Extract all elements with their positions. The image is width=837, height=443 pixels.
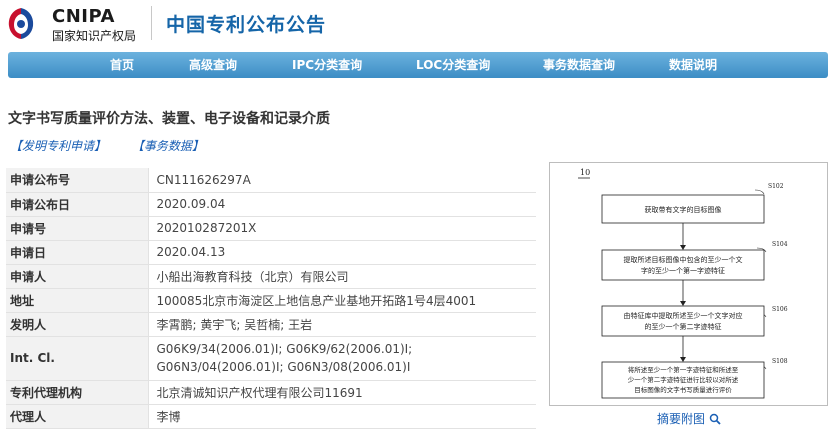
magnifier-icon <box>709 413 721 425</box>
step-text: 获取带有文字的目标图像 <box>645 205 722 214</box>
field-label: Int. Cl. <box>6 336 148 381</box>
field-label: 申请公布号 <box>6 168 148 193</box>
flow-step: S102 获取带有文字的目标图像 <box>601 183 784 224</box>
field-value: 2020.04.13 <box>147 240 536 265</box>
transaction-data-link[interactable]: 【事务数据】 <box>132 139 204 153</box>
table-row: 申请公布日 2020.09.04 <box>6 192 536 217</box>
step-text: 将所述至少一个第一字迹特征和所述至 <box>628 365 739 374</box>
field-value: 202010287201X <box>147 216 536 241</box>
step-box <box>601 249 765 281</box>
nav-loc-search[interactable]: LOC分类查询 <box>416 52 490 78</box>
logo-text-cn: 国家知识产权局 <box>52 29 137 43</box>
step-id: S104 <box>772 241 788 248</box>
field-label: 专利代理机构 <box>6 380 148 405</box>
table-row: 专利代理机构 北京清诚知识产权代理有限公司11691 <box>6 380 536 405</box>
field-value: 2020.09.04 <box>147 192 536 217</box>
step-text: 目标图像的文字书写质量进行评价 <box>634 385 732 394</box>
field-label: 地址 <box>6 288 148 313</box>
field-label: 申请日 <box>6 240 148 265</box>
figure-number: 10 <box>578 168 590 179</box>
flow-step: S104 提取所述目标图像中包含的至少一个文 字的至少一个第一字迹特征 <box>601 241 788 281</box>
step-box <box>601 305 765 337</box>
table-row: 发明人 李霄鹏; 黄宇飞; 吴哲楠; 王岩 <box>6 312 536 337</box>
step-id: S102 <box>768 183 784 190</box>
nav-advanced-search[interactable]: 高级查询 <box>189 52 237 78</box>
table-row: 申请号 202010287201X <box>6 216 536 241</box>
nav-ipc-search[interactable]: IPC分类查询 <box>292 52 362 78</box>
step-id: S106 <box>772 306 788 313</box>
logo-text-en: CNIPA <box>52 6 115 27</box>
field-value: 小船出海教育科技（北京）有限公司 <box>147 264 536 289</box>
field-label: 发明人 <box>6 312 148 337</box>
field-value: 北京清诚知识产权代理有限公司11691 <box>147 380 536 405</box>
patent-type-links: 【发明专利申请】 【事务数据】 <box>10 137 226 154</box>
table-row: 地址 100085北京市海淀区上地信息产业基地开拓路1号4层4001 <box>6 288 536 313</box>
flowchart-diagram: 10 S102 获取带有文字的目标图像 S104 提取所述目标图像中包含的至少一… <box>578 168 788 399</box>
patent-info-table: 申请公布号 CN111626297A 申请公布日 2020.09.04 申请号 … <box>6 168 536 429</box>
step-text: 字的至少一个第一字迹特征 <box>641 266 725 275</box>
main-navbar: 首页 高级查询 IPC分类查询 LOC分类查询 事务数据查询 数据说明 <box>8 52 828 78</box>
header-divider <box>151 6 152 40</box>
table-row: 申请人 小船出海教育科技（北京）有限公司 <box>6 264 536 289</box>
site-title: 中国专利公布公告 <box>166 14 327 36</box>
patent-title: 文字书写质量评价方法、装置、电子设备和记录介质 <box>8 111 330 127</box>
step-text: 提取所述目标图像中包含的至少一个文 <box>624 255 743 264</box>
step-id: S108 <box>772 358 788 365</box>
nav-home[interactable]: 首页 <box>110 52 134 78</box>
table-row: 代理人 李博 <box>6 404 536 429</box>
nav-transaction-search[interactable]: 事务数据查询 <box>543 52 615 78</box>
field-label: 申请人 <box>6 264 148 289</box>
field-label: 代理人 <box>6 404 148 429</box>
site-header: CNIPA 国家知识产权局 中国专利公布公告 <box>0 0 837 48</box>
invention-application-link[interactable]: 【发明专利申请】 <box>10 139 106 153</box>
step-leader-line <box>754 189 765 195</box>
cnipa-emblem-icon <box>8 8 34 39</box>
table-row: 申请公布号 CN111626297A <box>6 168 536 193</box>
arrow-head <box>680 301 686 306</box>
table-row: Int. Cl. G06K9/34(2006.01)I; G06K9/62(20… <box>6 336 536 381</box>
field-value: CN111626297A <box>147 168 536 193</box>
step-text: 由特征库中提取所述至少一个文字对应 <box>624 311 743 320</box>
field-label: 申请公布日 <box>6 192 148 217</box>
field-label: 申请号 <box>6 216 148 241</box>
step-text: 的至少一个第二字迹特征 <box>645 322 722 331</box>
abstract-figure[interactable]: 10 S102 获取带有文字的目标图像 S104 提取所述目标图像中包含的至少一… <box>549 162 828 406</box>
figure-label: 10 <box>580 168 590 177</box>
flow-step: S108 将所述至少一个第一字迹特征和所述至 少一个第二字迹特征进行比较以对所述… <box>601 358 788 399</box>
arrow-head <box>680 357 686 362</box>
field-value: 李博 <box>147 404 536 429</box>
step-text: 少一个第二字迹特征进行比较以对所述 <box>628 375 739 384</box>
arrow-head <box>680 245 686 250</box>
field-value: 李霄鹏; 黄宇飞; 吴哲楠; 王岩 <box>147 312 536 337</box>
field-value: 100085北京市海淀区上地信息产业基地开拓路1号4层4001 <box>147 288 536 313</box>
abstract-figure-label: 摘要附图 <box>657 412 706 426</box>
abstract-figure-link[interactable]: 摘要附图 <box>657 410 721 427</box>
cnipa-logo[interactable]: CNIPA 国家知识产权局 <box>6 4 156 44</box>
flow-step: S106 由特征库中提取所述至少一个文字对应 的至少一个第二字迹特征 <box>601 305 788 337</box>
nav-data-description[interactable]: 数据说明 <box>669 52 717 78</box>
table-row: 申请日 2020.04.13 <box>6 240 536 265</box>
field-value: G06K9/34(2006.01)I; G06K9/62(2006.01)I; … <box>147 336 536 381</box>
